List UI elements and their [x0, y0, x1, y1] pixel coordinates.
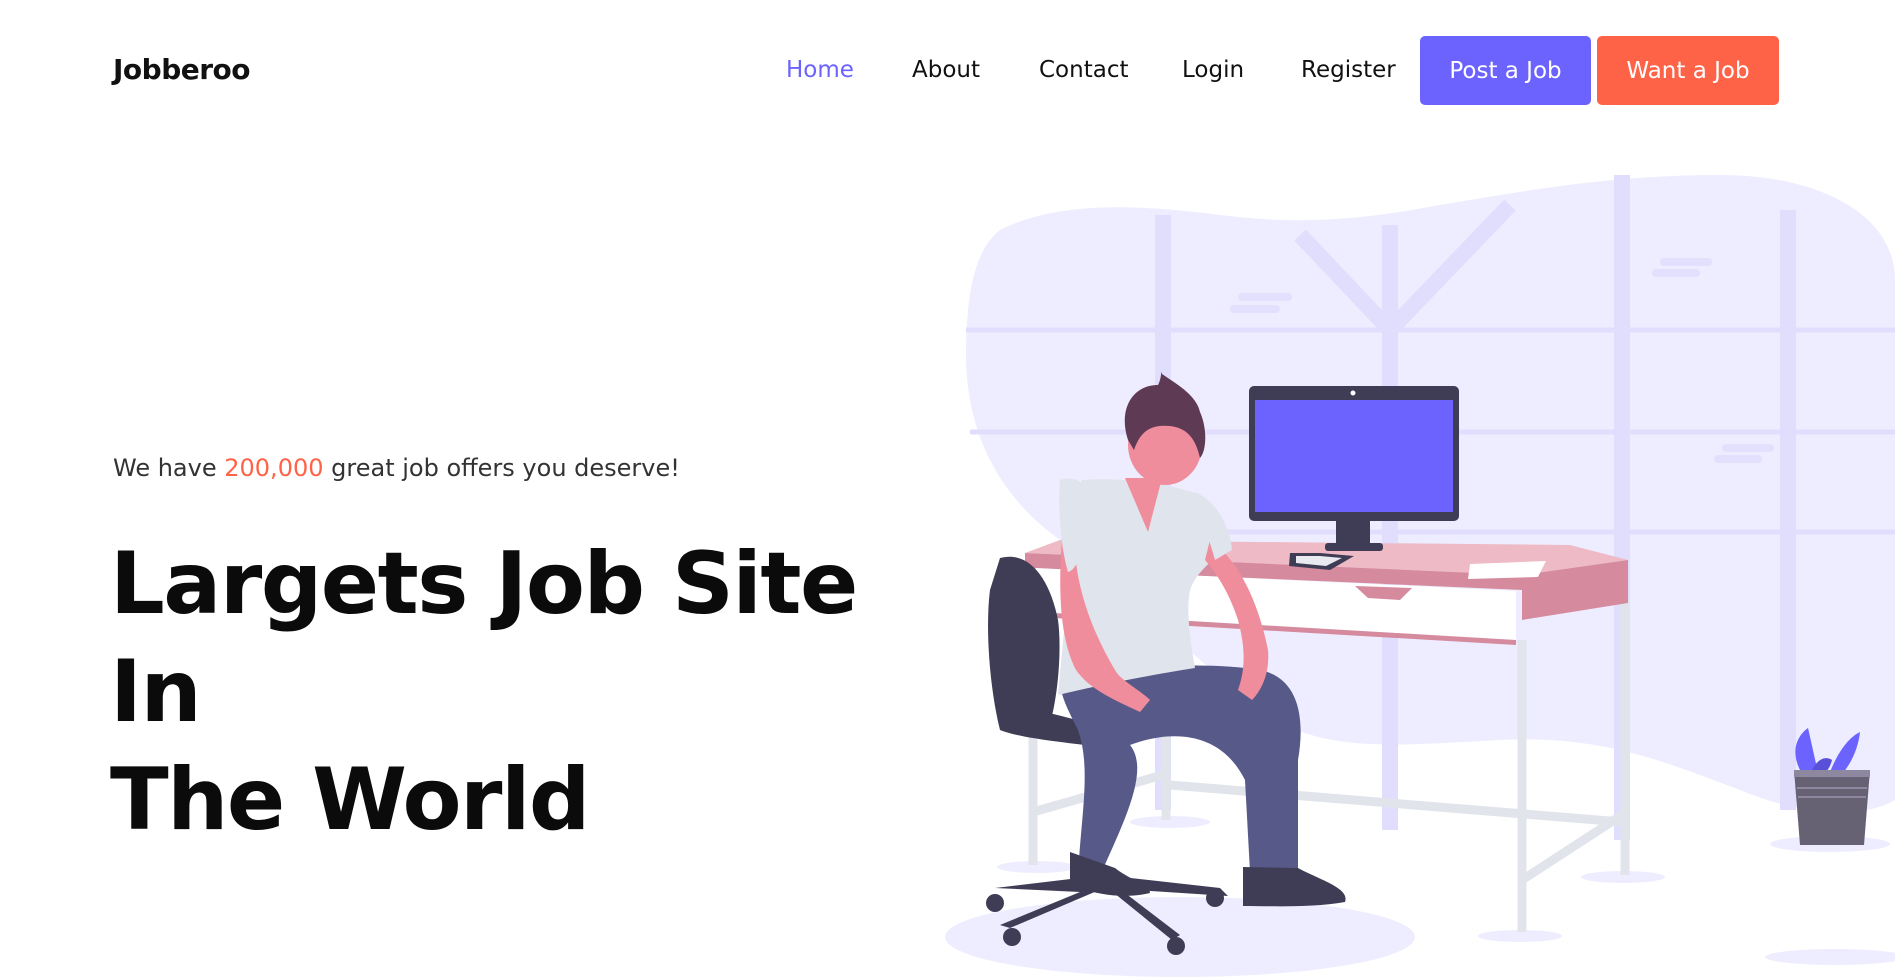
nav-login[interactable]: Login — [1182, 57, 1244, 83]
brand-logo[interactable]: Jobberoo — [113, 53, 251, 86]
nav-about[interactable]: About — [912, 57, 980, 83]
tagline-prefix: We have — [113, 454, 217, 482]
want-job-button[interactable]: Want a Job — [1597, 36, 1779, 105]
landing-page: Jobberoo Home About Contact Login Regist… — [0, 0, 1895, 977]
hero-title-line1: Largets Job Site In — [110, 534, 858, 742]
hero-title-line2: The World — [110, 750, 590, 850]
hero-title: Largets Job Site In The World — [110, 530, 970, 854]
post-job-button[interactable]: Post a Job — [1420, 36, 1591, 105]
nav-contact[interactable]: Contact — [1039, 57, 1128, 83]
nav-home[interactable]: Home — [786, 57, 854, 83]
person-at-desk-illustration — [945, 175, 1895, 977]
nav-register[interactable]: Register — [1301, 57, 1396, 83]
tagline-suffix: great job offers you deserve! — [331, 454, 680, 482]
tagline-count: 200,000 — [224, 454, 324, 482]
hero-tagline: We have 200,000 great job offers you des… — [113, 454, 680, 482]
